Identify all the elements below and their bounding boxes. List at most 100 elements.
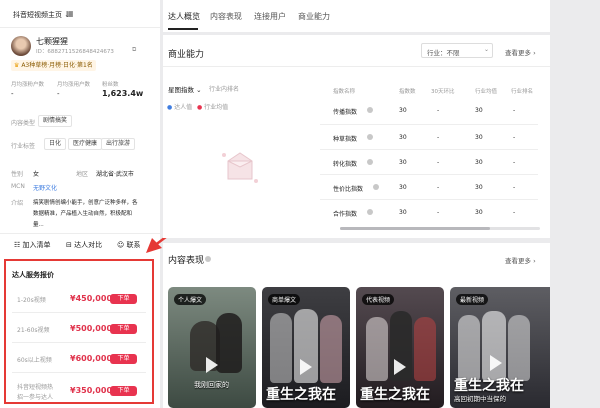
chat-icon: ☺ [117,241,125,249]
intro-line: 数据精准，产品植入生动自然，积极配和 [33,211,133,217]
business-title: 商业能力 [168,50,205,60]
video-card[interactable]: 代表视频 重生之我在 [356,287,444,408]
column-header: 行业排名 [511,89,534,95]
tab-bar: 达人概览 内容表现 连接用户 商业能力 [163,0,550,32]
video-card[interactable]: 个人爆文 我刚回家的 [168,287,256,408]
price-item-label: 招一参与达人 [17,394,54,401]
price-item-label: 21-60s视频 [17,327,50,334]
price-item-label: 抖音短视频热 [17,384,54,391]
profile-id: ID：6882711526848424673 [36,49,114,55]
trophy-icon: ♛ [14,62,20,69]
horizontal-scrollbar[interactable] [340,227,540,230]
industry-label: 行业标签 [11,143,36,150]
video-card[interactable]: 最新视频 重生之我在 高回初期中当保的 [450,287,550,408]
gender-label: 性别 [11,171,24,178]
divider [12,342,146,343]
info-icon[interactable] [203,255,211,263]
pricing-title: 达人服务报价 [12,271,54,279]
stat-label: 月均涨用户数 [57,82,91,88]
video-badge: 代表视频 [362,294,395,305]
content-more-link[interactable]: 查看更多 › [505,255,536,265]
info-icon[interactable] [365,158,373,166]
column-header: 指数数 [399,89,416,95]
intro-line: 搞笑剧情创编小能手，创意广泛种多样，各 [33,200,138,206]
stat-label: 粉丝数 [102,82,119,88]
region-value: 湖北省·武汉市 [96,171,134,178]
info-icon[interactable] [365,208,373,216]
divider [0,27,160,28]
radar-tab-rank[interactable]: 行业内排名 [209,84,239,93]
column-header: 行业均值 [475,89,498,95]
play-icon [394,359,406,375]
order-button[interactable]: 下单 [110,386,137,396]
business-more-link[interactable]: 查看更多 › [505,47,536,57]
tab-overview[interactable]: 达人概览 [168,11,200,22]
price-value: ¥600,000 [70,354,113,363]
price-value: ¥500,000 [70,324,113,333]
tab-content[interactable]: 内容表现 [210,11,242,22]
mcn-label: MCN [11,183,25,190]
stat-value: - [11,90,14,98]
column-header: 30天环比 [431,89,455,95]
qr-code-icon[interactable]: ▦ [66,9,74,18]
industry-select[interactable]: 行业：不限 ⌄ [421,43,493,58]
avatar [11,36,31,56]
divider [163,66,550,67]
divider [0,233,160,234]
stat-label: 月均涨粉户数 [11,82,45,88]
intro-line: 量... [33,222,44,228]
legend-item: ● 达人值 [167,104,193,111]
order-button[interactable]: 下单 [110,354,137,364]
mcn-link[interactable]: 无野文化 [33,183,57,192]
rank-badge: ♛ A3种草榜·月榜·日化·第1名 [11,60,96,71]
order-button[interactable]: 下单 [110,294,137,304]
video-badge: 个人爆文 [174,294,207,305]
tab-business[interactable]: 商业能力 [298,11,330,22]
info-icon[interactable] [365,106,373,114]
price-value: ¥350,000 [70,386,113,395]
industry-tag: 出行旅游 [101,138,136,150]
info-icon[interactable] [365,133,373,141]
add-list-button[interactable]: ☷ 加入清单 [14,240,51,250]
contact-button[interactable]: ☺ 联系 [117,240,141,250]
compare-icon: ⊟ [66,241,72,249]
column-header: 指数名称 [333,89,356,95]
pricing-section: 达人服务报价 1-20s视频 ¥450,000 下单 21-60s视频 ¥500… [4,259,154,404]
industry-tag: 日化 [44,138,67,150]
info-icon[interactable] [371,183,379,191]
video-badge: 最新视频 [456,294,489,305]
radar-tab[interactable]: 星图指数 ⌄ [168,84,202,94]
compare-button[interactable]: ⊟ 达人对比 [66,240,102,250]
video-caption: 重生之我在 [266,387,336,403]
price-value: ¥450,000 [70,294,113,303]
video-caption: 我刚回家的 [194,381,229,389]
video-card[interactable]: 商单爆文 重生之我在 [262,287,350,408]
empty-data-icon [222,152,258,183]
account-switch[interactable]: 抖音短视频主页 ⌄ [13,10,70,20]
legend-item: ● 行业均值 [197,104,229,111]
content-title: 内容表现 [168,256,205,266]
play-icon [300,359,312,375]
profile-name: 七颗猩猩 [36,37,68,46]
copy-icon[interactable]: ⧉ [132,46,136,54]
video-badge: 商单爆文 [268,294,301,305]
order-button[interactable]: 下单 [110,324,137,334]
video-caption: 重生之我在 [360,387,430,403]
divider [12,372,146,373]
divider [12,312,146,313]
play-icon [490,355,502,371]
industry-tag: 医疗健康 [68,138,103,150]
video-caption: 重生之我在 [454,378,524,394]
play-icon [206,357,218,373]
chevron-down-icon: ⌄ [484,46,490,53]
active-tab-indicator [168,28,198,30]
region-label: 地区 [76,171,89,178]
content-type-tag: 剧情搞笑 [38,115,73,127]
list-icon: ☷ [14,241,21,249]
price-item-label: 60s以上视频 [17,357,52,364]
follower-count: 1,623.4w [102,89,144,98]
content-type-label: 内容类型 [11,120,36,127]
tab-connect-users[interactable]: 连接用户 [254,11,286,22]
intro-label: 介绍 [11,200,24,207]
gender-value: 女 [33,171,40,178]
